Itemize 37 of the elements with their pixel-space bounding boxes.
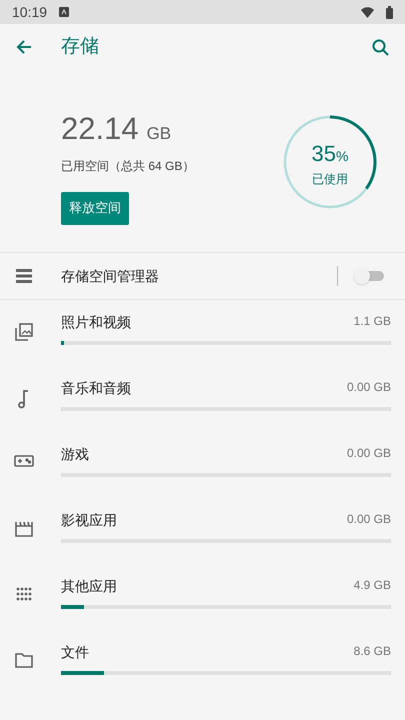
grid-dots-icon — [16, 587, 32, 601]
page-title: 存储 — [61, 34, 99, 59]
back-arrow-icon — [16, 39, 32, 55]
folder-icon — [14, 653, 32, 668]
search-icon — [372, 38, 389, 56]
status-time: 10:19 — [12, 2, 48, 22]
category-size: 8.6 GB — [354, 643, 391, 660]
music-note-icon — [18, 389, 30, 409]
used-amount: 22.14 — [61, 110, 139, 148]
category-size: 4.9 GB — [354, 577, 391, 594]
search-button[interactable] — [372, 38, 389, 56]
category-label: 音乐和音频 — [61, 379, 131, 398]
category-label: 影视应用 — [61, 511, 117, 530]
wifi-icon — [361, 6, 374, 18]
used-caption: 已用空间（总共 64 GB） — [61, 158, 194, 174]
battery-icon — [386, 6, 393, 18]
clapperboard-icon — [14, 521, 32, 537]
back-button[interactable] — [16, 39, 32, 55]
photo-stack-icon — [14, 323, 32, 341]
category-label: 文件 — [61, 643, 89, 662]
category-size: 0.00 GB — [346, 445, 391, 462]
manager-label: 存储空间管理器 — [61, 266, 159, 286]
percent-caption: 已使用 — [312, 170, 348, 188]
category-size: 1.1 GB — [354, 313, 391, 330]
used-unit: GB — [146, 123, 172, 145]
category-label: 其他应用 — [61, 577, 117, 596]
category-label: 游戏 — [61, 445, 89, 464]
category-size: 0.00 GB — [346, 379, 391, 396]
free-up-space-button[interactable]: 释放空间 — [61, 192, 129, 224]
manager-toggle[interactable] — [354, 268, 384, 284]
storage-list-icon — [16, 269, 32, 283]
percent-value: 35 — [312, 140, 336, 168]
gamepad-icon — [14, 455, 34, 467]
category-size: 0.00 GB — [346, 511, 391, 528]
notification-icon — [59, 7, 70, 17]
category-label: 照片和视频 — [61, 313, 131, 332]
percent-sign: % — [336, 146, 348, 166]
